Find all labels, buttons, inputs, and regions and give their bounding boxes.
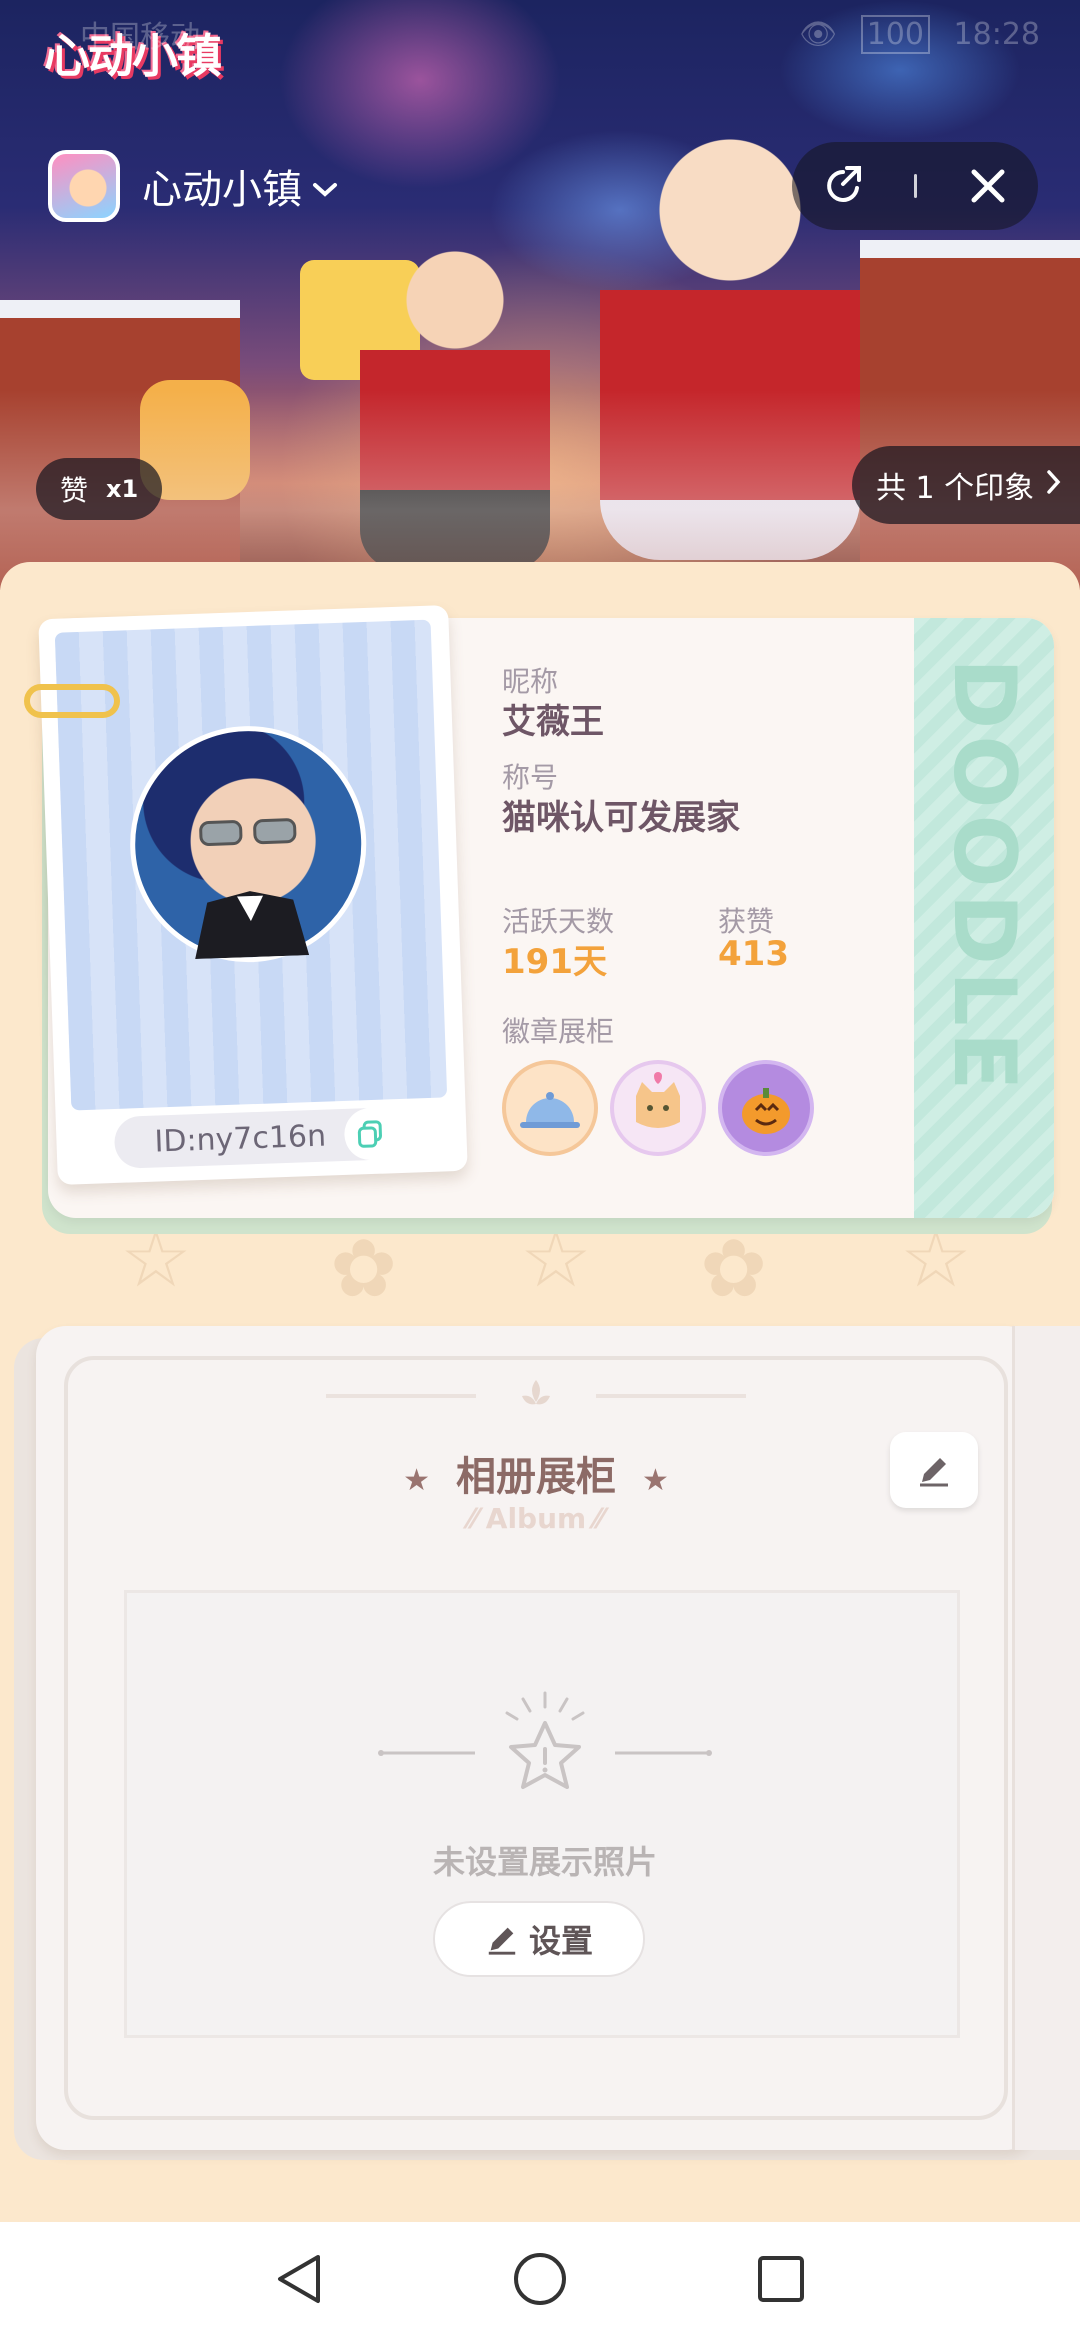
hero-banner: 心动小镇 中国移动 👁 100 18:28 心动小镇 赞 x1 共 1 个印象 <box>0 0 1080 590</box>
battery-icon: 100 <box>860 14 930 54</box>
album-next-page <box>1012 1326 1080 2150</box>
eye-icon: 👁 <box>799 16 838 52</box>
impressions-button[interactable]: 共 1 个印象 <box>852 446 1080 524</box>
share-icon[interactable] <box>813 156 873 216</box>
active-days-value: 191天 <box>502 942 607 982</box>
pattern-flower: ✿ <box>700 1222 768 1315</box>
player-title: 猫咪认可发展家 <box>502 798 740 838</box>
likes-received-value: 413 <box>718 934 789 974</box>
album-card: ★ 相册展柜 ★ ⁄⁄ Album ⁄⁄ 未设置展示照片 设置 <box>36 1326 1036 2150</box>
edit-album-button[interactable] <box>890 1432 978 1508</box>
home-icon[interactable] <box>512 2251 568 2311</box>
app-switcher[interactable]: 心动小镇 <box>48 148 338 224</box>
app-icon <box>48 150 120 222</box>
avatar[interactable] <box>126 722 371 967</box>
pencil-icon <box>920 1458 948 1487</box>
chevron-right-icon <box>1046 468 1062 503</box>
pencil-icon <box>488 1927 516 1955</box>
copy-icon[interactable] <box>343 1107 398 1161</box>
dash-decor-icon: ⁄⁄ <box>468 1502 478 1535</box>
ticket-edge <box>900 618 928 1218</box>
back-icon[interactable] <box>274 2251 324 2311</box>
app-name: 心动小镇 <box>142 167 302 213</box>
status-bar: 中国移动 👁 100 18:28 <box>40 14 1040 55</box>
likes-count: x1 <box>106 475 139 503</box>
album-empty-state: 未设置展示照片 设置 <box>124 1590 960 2038</box>
likes-label: 赞 <box>60 474 89 507</box>
set-photos-label: 设置 <box>528 1922 593 1960</box>
album-subtitle-row: ⁄⁄ Album ⁄⁄ <box>36 1502 1036 1535</box>
carrier-text: 中国移动 <box>80 20 200 55</box>
star-icon: ★ <box>642 1463 669 1498</box>
badges-label: 徽章展柜 <box>502 1015 615 1048</box>
capsule-actions <box>792 142 1038 230</box>
set-photos-button[interactable]: 设置 <box>433 1901 645 1977</box>
badge-cloche-icon[interactable] <box>502 1060 598 1156</box>
recents-icon[interactable] <box>756 2254 806 2308</box>
album-title-row: ★ 相册展柜 ★ <box>36 1444 1036 1502</box>
badge-cat-icon[interactable] <box>610 1060 706 1156</box>
badge-pumpkin-icon[interactable] <box>718 1060 814 1156</box>
clock-text: 18:28 <box>953 16 1040 52</box>
dash-decor-icon: ⁄⁄ <box>594 1502 604 1535</box>
album-ornament <box>326 1380 746 1405</box>
empty-star-icon <box>378 1691 712 1789</box>
pattern-flower: ✿ <box>330 1222 398 1315</box>
star-icon: ★ <box>403 1463 430 1498</box>
impressions-label: 共 1 个印象 <box>876 471 1035 506</box>
divider <box>913 174 917 198</box>
user-id: ID:ny7c16n <box>153 1118 327 1160</box>
chevron-down-icon <box>312 171 338 206</box>
ticket-logo: DOODLE <box>934 658 1034 1097</box>
empty-photos-text: 未设置展示照片 <box>432 1843 657 1881</box>
close-icon[interactable] <box>958 156 1018 216</box>
paper-clip <box>24 684 120 718</box>
status-right: 👁 100 18:28 <box>799 14 1040 54</box>
system-nav-bar <box>0 2222 1080 2340</box>
ticket-stub: DOODLE <box>900 618 1054 1218</box>
album-title: 相册展柜 <box>456 1454 616 1500</box>
user-id-pill: ID:ny7c16n <box>113 1107 398 1169</box>
album-subtitle: Album <box>485 1502 587 1535</box>
nickname: 艾薇王 <box>502 702 604 742</box>
likes-pill[interactable]: 赞 x1 <box>36 458 163 520</box>
